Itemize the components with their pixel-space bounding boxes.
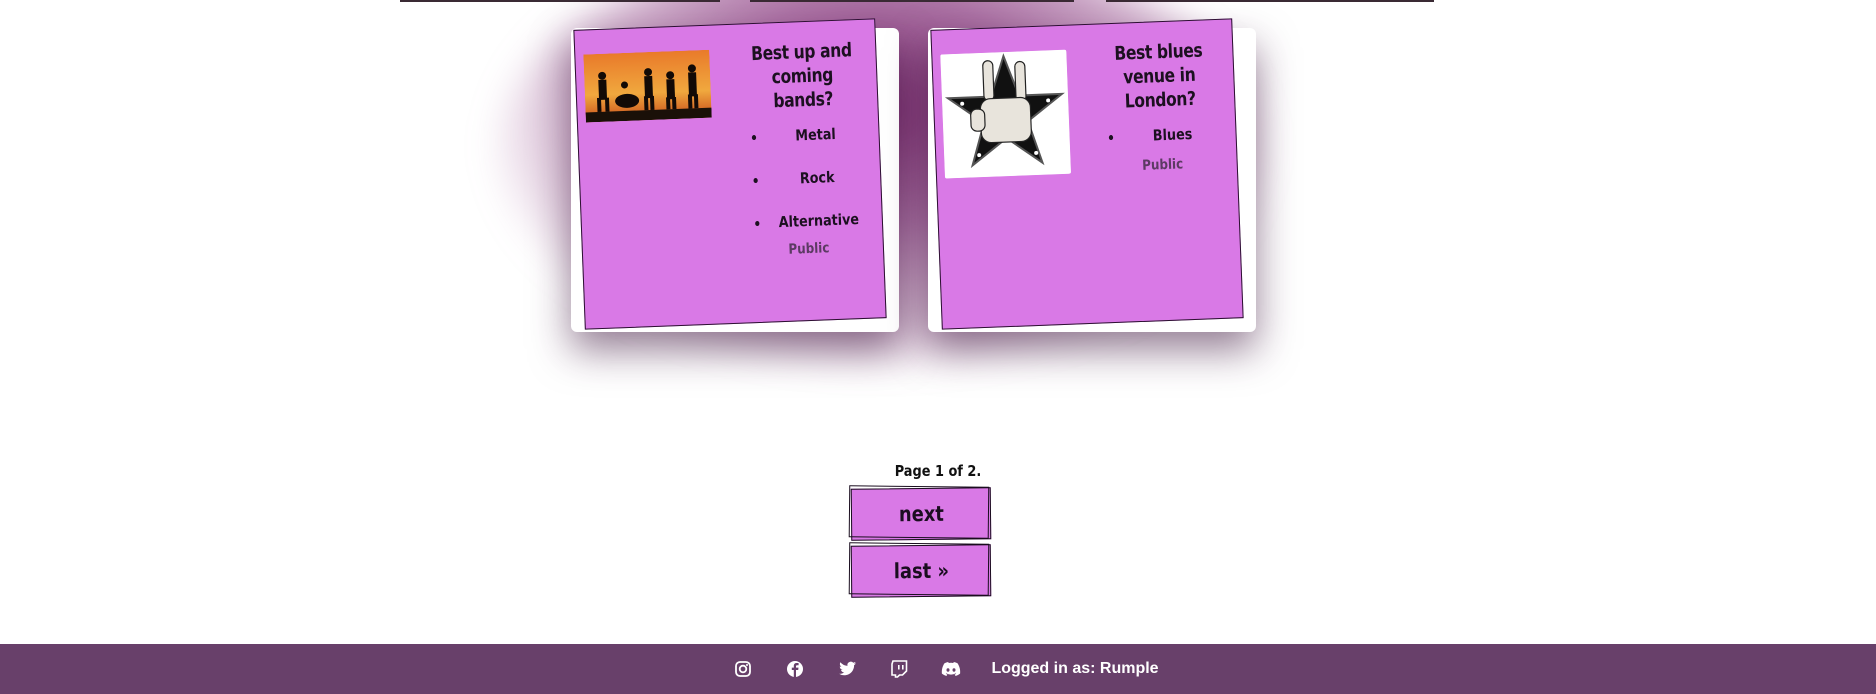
last-page-label: last » [893, 558, 949, 584]
visibility-label: Public [1141, 156, 1184, 174]
visibility-label: Public [788, 240, 830, 258]
next-page-button[interactable]: next [850, 487, 992, 541]
tag-list: Metal Rock Alternative [734, 119, 878, 237]
logged-in-status: Logged in as: Rumple [991, 660, 1159, 677]
question-card-face[interactable]: Best blues venue in London? Blues Public [930, 18, 1244, 330]
tag-item: Metal [765, 120, 866, 151]
tag-item: Rock [767, 163, 868, 194]
facebook-icon[interactable] [785, 659, 805, 679]
card-body: Best up and coming bands? Metal Rock Alt… [731, 37, 879, 259]
next-page-label: next [898, 501, 944, 527]
footer: Logged in as: Rumple [0, 644, 1876, 694]
question-card-face[interactable]: Best up and coming bands? Metal Rock Alt… [573, 18, 887, 330]
previous-card-edge-2 [750, 0, 1074, 2]
card-image-rock-hand [940, 49, 1071, 179]
pagination-status: Page 1 of 2. [894, 462, 982, 480]
previous-card-edge-3 [1106, 0, 1434, 2]
tag-item: Blues [1122, 120, 1223, 151]
question-card[interactable]: Best up and coming bands? Metal Rock Alt… [571, 18, 899, 332]
twitch-icon[interactable] [889, 659, 909, 679]
previous-card-edge-1 [400, 0, 720, 2]
question-card[interactable]: Best blues venue in London? Blues Public [928, 18, 1256, 332]
twitter-icon[interactable] [837, 659, 857, 679]
tag-item: Alternative [768, 206, 869, 237]
card-title[interactable]: Best blues venue in London? [1101, 38, 1218, 114]
card-image-band [583, 49, 712, 123]
discord-icon[interactable] [941, 659, 961, 679]
instagram-icon[interactable] [733, 659, 753, 679]
tag-list: Blues [1091, 119, 1232, 151]
card-title[interactable]: Best up and coming bands? [744, 38, 861, 114]
card-body: Best blues venue in London? Blues Public [1088, 37, 1233, 175]
last-page-button[interactable]: last » [850, 544, 992, 598]
